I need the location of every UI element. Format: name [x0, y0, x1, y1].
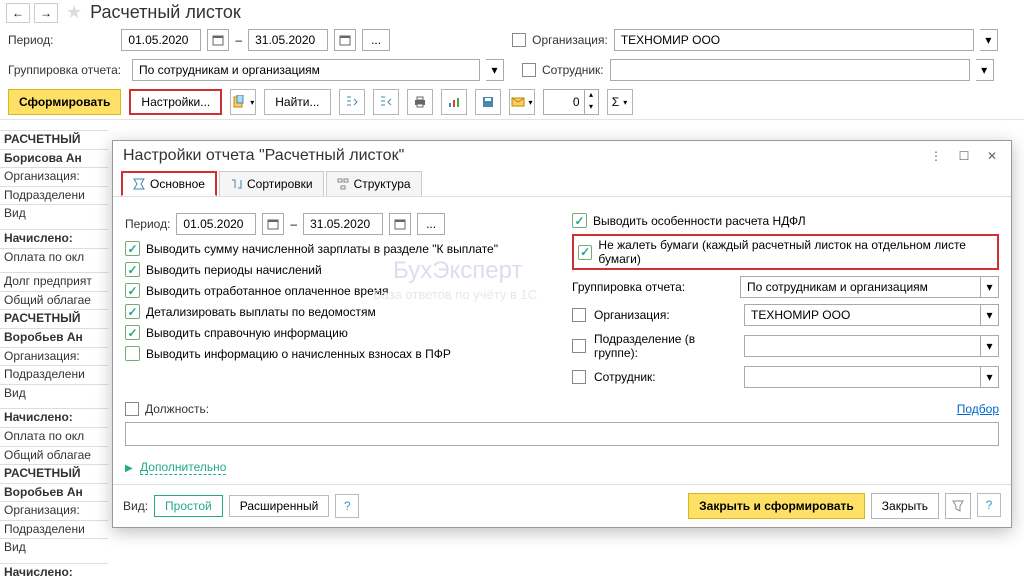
settings-button[interactable]: Настройки... [129, 89, 222, 115]
sigma-button[interactable]: Σ▾ [607, 89, 633, 115]
view-label: Вид: [123, 499, 148, 513]
check-ndfl[interactable] [572, 213, 587, 228]
page-title: Расчетный листок [90, 2, 241, 23]
tab-main[interactable]: Основное [121, 171, 217, 196]
mail-button[interactable]: ▾ [509, 89, 535, 115]
spin-value[interactable] [544, 95, 584, 109]
close-button[interactable]: Закрыть [871, 493, 939, 519]
calendar-icon[interactable] [334, 29, 356, 51]
employee-input[interactable] [610, 59, 970, 81]
check-worked-time[interactable] [125, 283, 140, 298]
m-grouping-input[interactable] [740, 276, 981, 298]
check-paper-highlight: Не жалеть бумаги (каждый расчетный листо… [572, 234, 999, 270]
nav-forward-button[interactable]: → [34, 3, 58, 23]
print-button[interactable] [407, 89, 433, 115]
chevron-down-icon[interactable]: ▾ [981, 304, 999, 326]
m-dept-checkbox[interactable] [572, 339, 586, 353]
m-period-from[interactable] [176, 213, 256, 235]
period-dash: – [235, 33, 242, 47]
grouping-input[interactable] [132, 59, 480, 81]
tab-struct[interactable]: Структура [326, 171, 422, 196]
period-select-button[interactable]: ... [362, 29, 390, 51]
calendar-icon[interactable] [389, 213, 411, 235]
check-detail-payments[interactable] [125, 304, 140, 319]
period-from-input[interactable] [121, 29, 201, 51]
chevron-down-icon[interactable]: ▾ [981, 335, 999, 357]
save-button[interactable] [475, 89, 501, 115]
chevron-down-icon[interactable]: ▾ [981, 276, 999, 298]
more-menu-button[interactable]: ⋮ [927, 147, 945, 165]
view-simple-button[interactable]: Простой [154, 495, 223, 517]
help-button[interactable]: ? [335, 494, 359, 518]
view-advanced-button[interactable]: Расширенный [229, 495, 330, 517]
close-and-form-button[interactable]: Закрыть и сформировать [688, 493, 865, 519]
m-emp-checkbox[interactable] [572, 370, 586, 384]
form-button[interactable]: Сформировать [8, 89, 121, 115]
m-emp-input[interactable] [744, 366, 981, 388]
m-dept-label: Подразделение (в группе): [594, 332, 736, 360]
m-period-to[interactable] [303, 213, 383, 235]
chevron-right-icon: ▶ [125, 463, 133, 474]
m-org-label: Организация: [594, 308, 736, 322]
chevron-down-icon[interactable]: ▾ [486, 59, 504, 81]
employee-label: Сотрудник: [542, 63, 604, 77]
check-paper[interactable] [578, 245, 592, 260]
m-period-label: Период: [125, 217, 170, 231]
maximize-button[interactable]: ☐ [955, 147, 973, 165]
paste-button[interactable]: ▾ [230, 89, 256, 115]
calendar-icon[interactable] [262, 213, 284, 235]
more-link[interactable]: Дополнительно [140, 460, 226, 475]
close-icon[interactable]: ✕ [983, 147, 1001, 165]
settings-modal: Настройки отчета "Расчетный листок" ⋮ ☐ … [112, 140, 1012, 528]
expand-all-button[interactable] [339, 89, 365, 115]
org-checkbox[interactable] [512, 33, 526, 47]
position-input[interactable] [125, 422, 999, 446]
m-dept-input[interactable] [744, 335, 981, 357]
background-report: РАСЧЕТНЫЙБорисова АнОрганизация:Подразде… [0, 130, 108, 582]
chevron-down-icon[interactable]: ▾ [981, 366, 999, 388]
org-label: Организация: [532, 33, 608, 47]
m-org-input[interactable] [744, 304, 981, 326]
chevron-down-icon[interactable]: ▾ [980, 29, 998, 51]
modal-title: Настройки отчета "Расчетный листок" [123, 147, 404, 165]
spin-down[interactable]: ▾ [584, 102, 598, 114]
org-input[interactable] [614, 29, 974, 51]
calendar-icon[interactable] [207, 29, 229, 51]
m-emp-label: Сотрудник: [594, 370, 736, 384]
chart-button[interactable] [441, 89, 467, 115]
chevron-down-icon[interactable]: ▾ [976, 59, 994, 81]
period-label: Период: [8, 33, 53, 47]
selection-link[interactable]: Подбор [957, 402, 999, 416]
employee-checkbox[interactable] [522, 63, 536, 77]
favorite-star-icon[interactable]: ★ [66, 2, 82, 23]
m-org-checkbox[interactable] [572, 308, 586, 322]
position-label: Должность: [145, 402, 209, 416]
grouping-label: Группировка отчета: [8, 63, 126, 77]
spin-up[interactable]: ▴ [584, 90, 598, 102]
m-grouping-label: Группировка отчета: [572, 280, 732, 294]
check-sum[interactable] [125, 241, 140, 256]
collapse-all-button[interactable] [373, 89, 399, 115]
position-checkbox[interactable] [125, 402, 139, 416]
spin-input[interactable]: ▴▾ [543, 89, 599, 115]
period-to-input[interactable] [248, 29, 328, 51]
m-period-select[interactable]: ... [417, 213, 445, 235]
nav-back-button[interactable]: ← [6, 3, 30, 23]
check-pfr[interactable] [125, 346, 140, 361]
find-button[interactable]: Найти... [264, 89, 330, 115]
check-periods[interactable] [125, 262, 140, 277]
tab-sort[interactable]: Сортировки [219, 171, 324, 196]
help-button-2[interactable]: ? [977, 493, 1001, 517]
check-ref-info[interactable] [125, 325, 140, 340]
filter-toggle-button[interactable] [945, 493, 971, 519]
